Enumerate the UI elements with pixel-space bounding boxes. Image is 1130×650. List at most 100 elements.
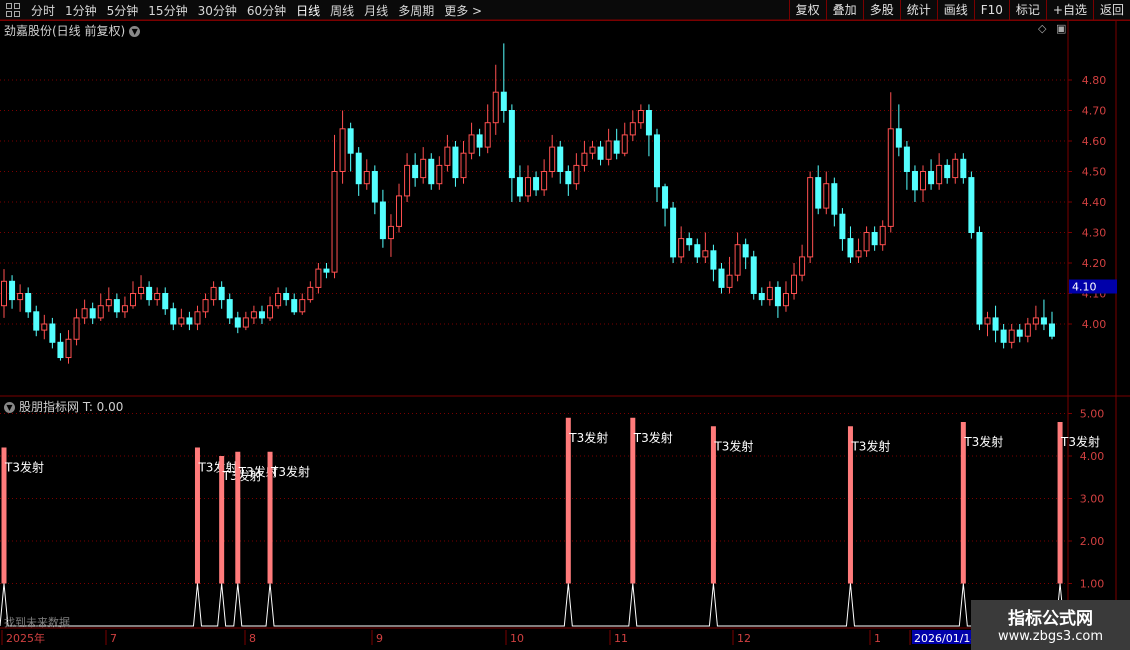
candle [653,128,660,202]
candle [621,122,628,157]
candle [613,128,620,160]
candle [9,275,16,309]
candle [1016,324,1023,343]
candle [17,284,24,312]
candle [541,159,548,196]
candle [170,302,177,331]
candle [847,226,854,263]
candle [460,141,467,184]
signal-bar: T3发射 [565,417,608,584]
candle-body [541,171,548,191]
main-tick-label: 4.60 [1082,135,1107,148]
candle [508,104,515,202]
candle [41,314,48,340]
signal-bar: T3发射 [960,422,1003,584]
candle-body [911,171,918,191]
candle [283,287,290,306]
candle-body [871,232,878,246]
candle-body [920,171,927,191]
candle [936,153,943,190]
signal-label: T3发射 [963,434,1003,449]
candle-body [662,186,669,209]
candle [387,214,394,257]
indicator-name: 股朋指标网 T: 0.00 [19,400,124,414]
candle-body [275,293,282,307]
no-future-note: 找到未来数据 [4,616,70,629]
candle [178,308,185,328]
candle-body [387,225,394,240]
candle-body [194,311,201,325]
candle-body [436,164,443,185]
candle [275,287,282,309]
candle-body [154,293,161,301]
candle-body [1,280,7,307]
candle-body [363,171,370,185]
main-tick-label: 4.50 [1082,166,1107,179]
candle-body [525,177,531,197]
candle [379,189,386,248]
candle [1000,324,1007,349]
candle [202,293,209,318]
candle [992,305,999,343]
candle [782,281,789,312]
candle-body [952,158,959,179]
candle-body [670,207,677,258]
candle [315,263,322,294]
candle [758,287,765,306]
candle [412,153,419,187]
chart-canvas[interactable]: 4.804.704.604.504.404.304.204.104.00 4.1… [0,0,1130,650]
signal-bar: T3发射 [847,426,890,584]
candle-body [597,146,604,160]
candle-body [323,268,330,273]
candle-body [573,164,580,185]
candle [347,122,354,172]
candle-body [49,323,56,343]
candle [267,296,274,321]
candle [839,208,846,251]
candle [686,232,693,251]
candle [420,147,427,184]
candle-body [847,238,854,258]
signal-label: T3发射 [1060,434,1100,449]
candle-body [734,244,741,276]
candle [242,311,249,331]
signal-bar: T3发射 [710,426,753,584]
sub-tick-label: 5.00 [1080,408,1105,421]
x-label: 8 [249,632,256,645]
candle-body [81,308,88,319]
x-label: 1 [874,632,881,645]
candle-body [549,146,556,173]
candle-body [1000,329,1007,343]
candle-body [17,293,24,301]
candle [774,281,781,318]
candle-body [653,134,660,188]
candle-body [315,268,322,288]
candle [589,141,596,160]
candle [250,305,257,324]
candle-body [428,158,435,185]
x-label: 10 [510,632,524,645]
candle [952,153,959,184]
chevron-down-icon[interactable]: ▼ [4,402,15,413]
candle [299,293,306,315]
signal-bars: T3发射 T3发射T3发射T3发射T3发射T3发射 T3发射T3发射 T3发射 T3发射… [0,417,1100,627]
sub-tick-label: 1.00 [1080,578,1105,591]
signal-label: T3发射 [568,430,608,445]
candle [73,308,80,346]
indicator-title[interactable]: ▼ 股朋指标网 T: 0.00 [4,398,123,415]
candle [855,238,862,263]
candle [218,281,225,309]
candle [911,165,918,202]
candle-body [162,293,169,310]
current-price-marker: 4.10 [1069,279,1117,294]
candle-body [347,128,354,154]
candle-body [113,299,120,313]
candle-body [718,268,725,288]
x-label: 11 [614,632,628,645]
candle [1032,305,1039,331]
main-tick-label: 4.80 [1082,74,1107,87]
candle [1049,311,1055,340]
candle-body [944,164,951,179]
candle-body [645,110,652,136]
candle-body [331,171,338,273]
